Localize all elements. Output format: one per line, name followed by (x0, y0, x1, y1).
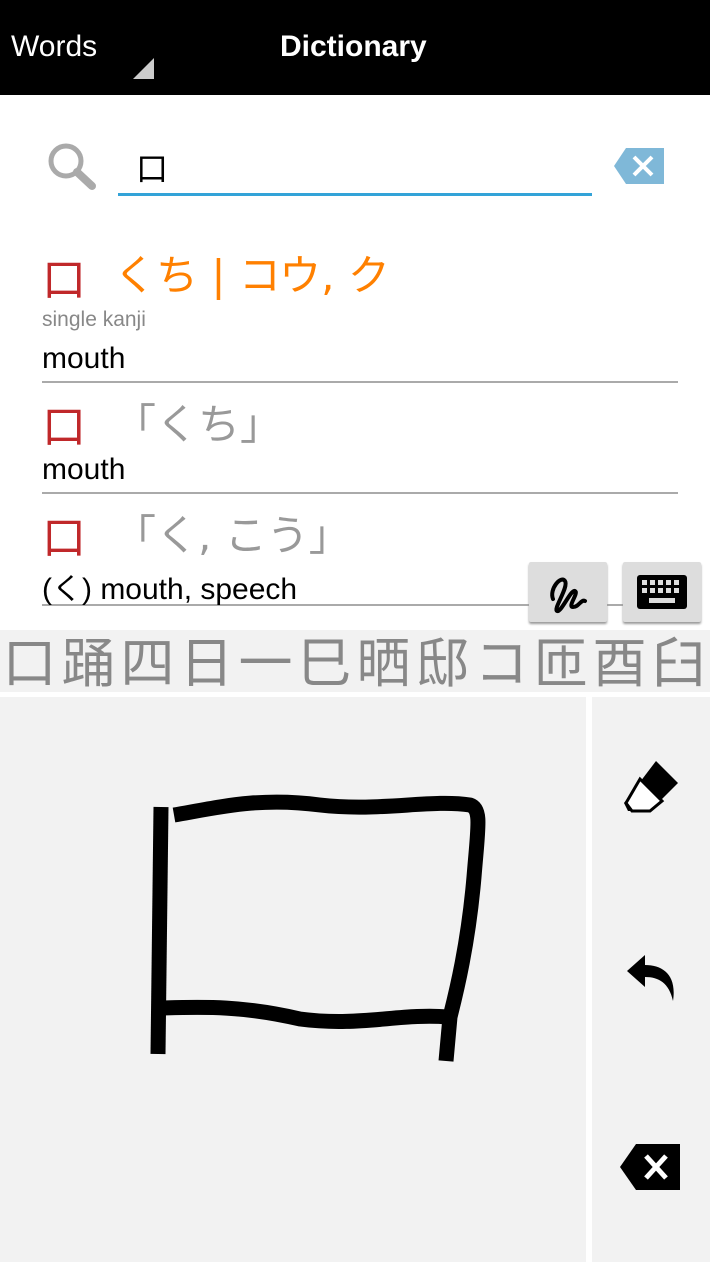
result-reading: 「くち」 (114, 400, 283, 449)
result-reading: 「く, こう」 (114, 511, 351, 560)
eraser-icon (624, 761, 678, 813)
candidate-char[interactable]: 巳 (295, 630, 354, 692)
candidate-char[interactable]: 踊 (59, 630, 118, 692)
candidate-char[interactable]: コ (472, 630, 531, 692)
result-reading: くち | コウ, ク (114, 251, 390, 300)
undo-button[interactable] (614, 942, 688, 1012)
keyboard-mode-button[interactable] (623, 562, 701, 622)
handwriting-mode-button[interactable] (529, 562, 607, 622)
clear-search-icon[interactable] (614, 148, 664, 184)
dropdown-triangle-icon (133, 58, 154, 79)
handwritten-strokes (150, 794, 486, 1062)
candidate-char[interactable]: 日 (177, 630, 236, 692)
page-title: Dictionary (280, 30, 427, 63)
result-kanji: 口 (42, 402, 86, 453)
candidate-char[interactable]: 口 (0, 630, 59, 692)
candidate-char[interactable]: 一 (236, 630, 295, 692)
eraser-button[interactable] (614, 752, 688, 822)
backspace-button[interactable] (614, 1132, 688, 1202)
action-bar: Words Dictionary (0, 0, 710, 95)
candidate-char[interactable]: 臼 (649, 630, 708, 692)
result-meaning: (く) mouth, speech (42, 573, 298, 606)
search-icon (48, 143, 96, 190)
result-item[interactable]: 口 くち | コウ, ク single kanji mouth (42, 230, 678, 383)
backspace-icon (620, 1144, 680, 1190)
keyboard-icon (637, 575, 687, 609)
result-tag: single kanji (42, 308, 146, 331)
candidate-char[interactable]: 匝 (531, 630, 590, 692)
candidate-char[interactable]: 邸 (413, 630, 472, 692)
result-meaning: mouth (42, 342, 126, 375)
result-kanji: 口 (42, 255, 86, 306)
result-kanji: 口 (42, 513, 86, 564)
candidate-char[interactable]: 酉 (590, 630, 649, 692)
candidate-char[interactable]: 晒 (354, 630, 413, 692)
handwriting-tools (592, 697, 710, 1262)
handwriting-canvas[interactable] (0, 697, 586, 1262)
candidate-bar: 口 踊 四 日 一 巳 晒 邸 コ 匝 酉 臼 (0, 630, 710, 692)
undo-icon (627, 955, 674, 1001)
result-item[interactable]: 口 「くち」 mouth (42, 383, 678, 494)
candidate-char[interactable]: 四 (118, 630, 177, 692)
search-input[interactable] (118, 140, 592, 196)
handwriting-icon (550, 577, 587, 614)
mode-dropdown-label: Words (11, 30, 98, 63)
result-meaning: mouth (42, 453, 126, 486)
